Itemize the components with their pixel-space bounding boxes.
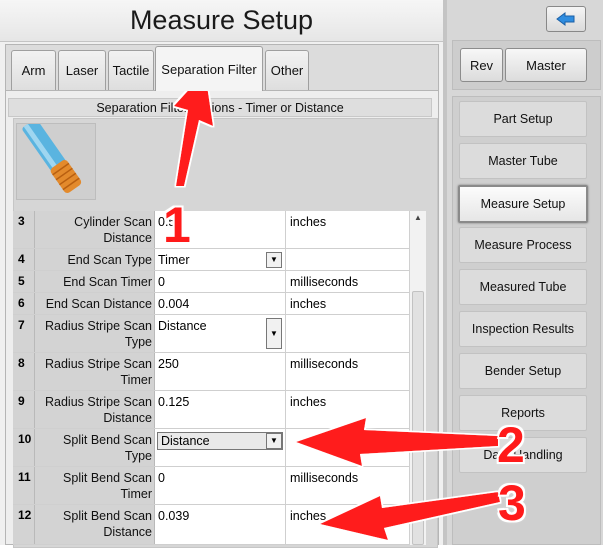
table-row: 4 End Scan Type Timer ▼: [13, 249, 409, 271]
tab-laser[interactable]: Laser: [58, 50, 106, 90]
radius-stripe-scan-timer-input[interactable]: 250: [155, 353, 286, 390]
split-bend-scan-timer-input[interactable]: 0: [155, 467, 286, 504]
callout-number-1: 1: [163, 197, 191, 253]
split-bend-scan-distance-input[interactable]: 0.039: [155, 505, 286, 544]
master-button[interactable]: Master: [505, 48, 587, 82]
grid-scrollbar[interactable]: ▲: [409, 211, 426, 545]
arrow-left-icon: [556, 12, 575, 26]
row-unit: [286, 315, 409, 352]
nav-inspection-results[interactable]: Inspection Results: [459, 311, 587, 347]
row-label: Split Bend Scan Type: [35, 429, 155, 466]
page-title: Measure Setup: [0, 0, 443, 42]
row-number: 11: [13, 467, 35, 504]
row-unit: [286, 249, 409, 270]
tab-strip: Arm Laser Tactile Separation Filter Othe…: [5, 44, 439, 91]
row-unit: inches: [286, 391, 409, 428]
row-number: 9: [13, 391, 35, 428]
end-scan-distance-input[interactable]: 0.004: [155, 293, 286, 314]
nav-bender-setup[interactable]: Bender Setup: [459, 353, 587, 389]
probe-tool-icon: [17, 124, 95, 199]
table-row: 5 End Scan Timer 0 milliseconds: [13, 271, 409, 293]
row-label: End Scan Timer: [35, 271, 155, 292]
dropdown-value: Distance: [158, 319, 207, 333]
dropdown-field[interactable]: Distance ▼: [157, 432, 283, 450]
table-row: 7 Radius Stripe Scan Type Distance ▼: [13, 315, 409, 353]
row-label: Cylinder Scan Distance: [35, 211, 155, 248]
row-label: Radius Stripe Scan Timer: [35, 353, 155, 390]
table-row: 3 Cylinder Scan Distance 0.5 inches: [13, 211, 409, 249]
row-unit: inches: [286, 211, 409, 248]
radius-stripe-scan-type-dropdown[interactable]: Distance ▼: [155, 315, 286, 352]
row-number: 3: [13, 211, 35, 248]
chevron-down-icon[interactable]: ▼: [266, 318, 282, 349]
scroll-up-icon[interactable]: ▲: [410, 213, 426, 225]
callout-number-2: 2: [497, 417, 525, 473]
tab-separation-filter[interactable]: Separation Filter: [155, 46, 263, 91]
row-number: 8: [13, 353, 35, 390]
tab-tactile[interactable]: Tactile: [108, 50, 154, 90]
tab-other[interactable]: Other: [265, 50, 309, 90]
row-label: Split Bend Scan Timer: [35, 467, 155, 504]
nav-measure-process[interactable]: Measure Process: [459, 227, 587, 263]
measure-setup-panel: Measure Setup Arm Laser Tactile Separati…: [0, 0, 443, 548]
row-number: 7: [13, 315, 35, 352]
row-label: End Scan Distance: [35, 293, 155, 314]
nav-part-setup[interactable]: Part Setup: [459, 101, 587, 137]
row-unit: [286, 429, 409, 466]
chevron-down-icon[interactable]: ▼: [266, 252, 282, 268]
table-row: 9 Radius Stripe Scan Distance 0.125 inch…: [13, 391, 409, 429]
row-unit: inches: [286, 505, 409, 544]
row-unit: milliseconds: [286, 271, 409, 292]
row-label: Radius Stripe Scan Distance: [35, 391, 155, 428]
callout-number-3: 3: [498, 475, 526, 531]
rev-button[interactable]: Rev: [460, 48, 503, 82]
row-unit: milliseconds: [286, 467, 409, 504]
row-label: Radius Stripe Scan Type: [35, 315, 155, 352]
section-header: Separation Filter Options - Timer or Dis…: [8, 98, 432, 117]
row-number: 10: [13, 429, 35, 466]
table-row: 8 Radius Stripe Scan Timer 250 milliseco…: [13, 353, 409, 391]
row-number: 6: [13, 293, 35, 314]
nav-measure-setup[interactable]: Measure Setup: [458, 185, 588, 223]
row-number: 5: [13, 271, 35, 292]
row-number: 12: [13, 505, 35, 544]
back-button[interactable]: [546, 6, 586, 32]
row-label: Split Bend Scan Distance: [35, 505, 155, 544]
table-row: 6 End Scan Distance 0.004 inches: [13, 293, 409, 315]
row-number: 4: [13, 249, 35, 270]
settings-grid: 3 Cylinder Scan Distance 0.5 inches 4 En…: [13, 211, 426, 545]
dropdown-value: Distance: [161, 434, 210, 448]
row-unit: inches: [286, 293, 409, 314]
radius-stripe-scan-distance-input[interactable]: 0.125: [155, 391, 286, 428]
nav-master-tube[interactable]: Master Tube: [459, 143, 587, 179]
end-scan-timer-input[interactable]: 0: [155, 271, 286, 292]
row-unit: milliseconds: [286, 353, 409, 390]
table-row: 10 Split Bend Scan Type Distance ▼: [13, 429, 409, 467]
scrollbar-thumb[interactable]: [412, 291, 424, 545]
chevron-down-icon[interactable]: ▼: [266, 433, 282, 449]
nav-measured-tube[interactable]: Measured Tube: [459, 269, 587, 305]
probe-tool-image: [16, 123, 96, 200]
table-row: 12 Split Bend Scan Distance 0.039 inches: [13, 505, 409, 545]
table-row: 11 Split Bend Scan Timer 0 milliseconds: [13, 467, 409, 505]
tab-arm[interactable]: Arm: [11, 50, 56, 90]
split-bend-scan-type-dropdown[interactable]: Distance ▼: [155, 429, 286, 466]
row-label: End Scan Type: [35, 249, 155, 270]
dropdown-value: Timer: [158, 253, 190, 267]
